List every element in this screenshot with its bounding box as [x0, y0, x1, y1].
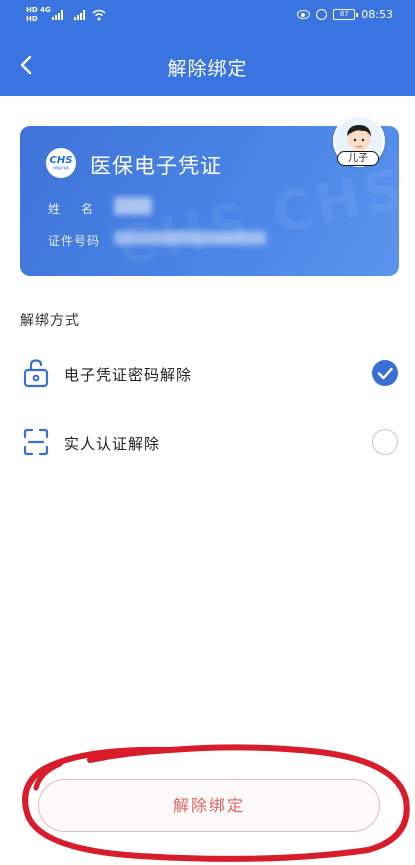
clock-time: 08:53 [361, 8, 393, 21]
alarm-icon [316, 9, 328, 20]
id-number-value-redacted [114, 231, 266, 245]
unlock-icon [23, 359, 49, 388]
chs-logo: CHS 中国医疗保障 [46, 148, 76, 178]
signal-icon [52, 10, 63, 20]
id-number-label: 证件号码 [48, 234, 101, 248]
network-indicator: HD 4G HD [26, 6, 51, 23]
method-face-auth-option[interactable]: 实人认证解除 [0, 415, 415, 467]
nav-bar: 解除绑定 [0, 34, 415, 96]
radio-unchecked[interactable] [372, 429, 398, 455]
section-label: 解绑方式 [20, 313, 80, 329]
card-title: 医保电子凭证 [90, 154, 222, 178]
method-label: 电子凭证密码解除 [64, 366, 193, 384]
name-value-redacted [114, 197, 152, 215]
face-scan-icon [23, 428, 49, 456]
unbind-page: HD 4G HD 87 08:53 解除绑定 CHS CHS CHS 中国医疗保… [0, 0, 415, 865]
page-title: 解除绑定 [167, 58, 248, 80]
relation-badge: 儿子 [337, 151, 379, 166]
method-label: 实人认证解除 [64, 435, 161, 453]
method-password-option[interactable]: 电子凭证密码解除 [0, 346, 415, 398]
signal-icon [74, 10, 85, 20]
checkmark-icon [377, 367, 393, 380]
wifi-icon [92, 9, 106, 21]
eye-icon [297, 10, 311, 19]
battery-icon: 87 [333, 9, 359, 20]
status-bar: HD 4G HD 87 08:53 [0, 0, 415, 34]
name-label: 姓名 [48, 202, 115, 216]
radio-checked[interactable] [372, 360, 398, 386]
unbind-button[interactable]: 解除绑定 [38, 779, 380, 832]
